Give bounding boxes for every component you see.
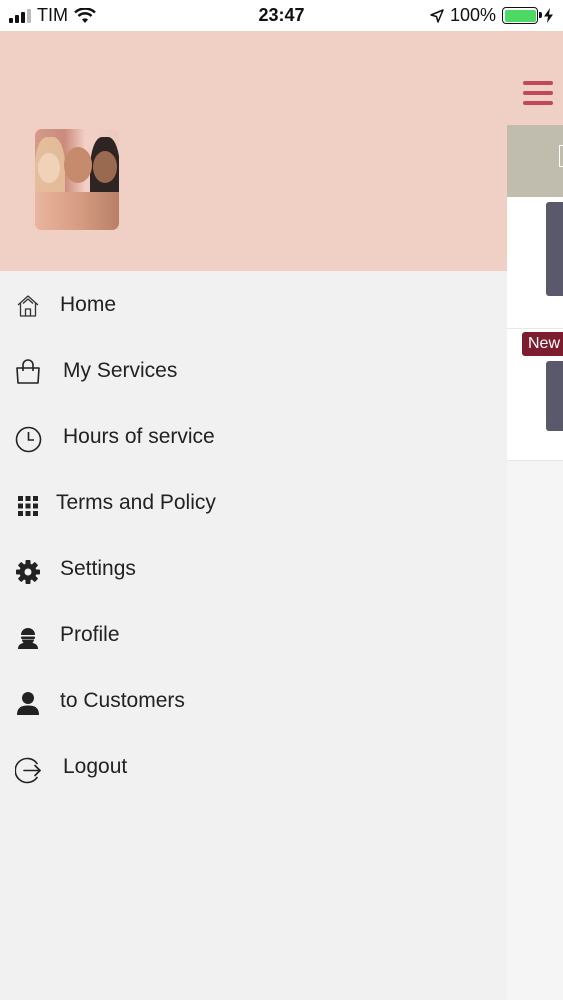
menu-item-terms-and-policy[interactable]: Terms and Policy: [0, 469, 507, 535]
menu-item-hours-of-service[interactable]: Hours of service: [0, 403, 507, 469]
menu-item-home[interactable]: Home: [0, 271, 507, 337]
avatar[interactable]: [35, 129, 119, 230]
menu-label-to-customers: to Customers: [60, 689, 185, 712]
banner-icon: [559, 145, 563, 167]
side-drawer: Home My Services Hours of service Terms …: [0, 31, 507, 1000]
menu-label-settings: Settings: [60, 557, 136, 580]
drawer-header: [0, 31, 507, 271]
background-banner: [507, 125, 563, 197]
menu-label-hours-of-service: Hours of service: [63, 425, 215, 448]
background-card[interactable]: [507, 197, 563, 329]
hamburger-menu-icon[interactable]: [523, 81, 553, 105]
menu-item-logout[interactable]: Logout: [0, 733, 507, 799]
card-image: [546, 202, 563, 296]
menu-item-my-services[interactable]: My Services: [0, 337, 507, 403]
battery-icon: [502, 7, 542, 24]
user-icon: [14, 689, 42, 717]
menu-item-profile[interactable]: Profile: [0, 601, 507, 667]
status-bar: TIM 23:47 100%: [0, 0, 563, 31]
gear-icon: [14, 558, 42, 586]
shopping-bag-icon: [14, 358, 42, 386]
logout-icon: [14, 756, 42, 784]
menu-label-my-services: My Services: [63, 359, 178, 382]
charging-bolt-icon: [544, 8, 553, 23]
menu-label-logout: Logout: [63, 755, 128, 778]
menu-label-profile: Profile: [60, 623, 120, 646]
battery-percent: 100%: [449, 5, 496, 25]
menu-label-home: Home: [60, 293, 117, 316]
background-card[interactable]: New: [507, 329, 563, 461]
grid-icon: [14, 492, 42, 520]
menu-item-settings[interactable]: Settings: [0, 535, 507, 601]
card-image: [546, 361, 563, 431]
clock-icon: [14, 425, 42, 453]
home-icon: [14, 292, 42, 320]
menu-item-to-customers[interactable]: to Customers: [0, 667, 507, 733]
status-right: 100%: [430, 5, 553, 26]
profile-icon: [14, 623, 42, 651]
battery-level: [504, 9, 536, 22]
background-app: New: [507, 31, 563, 1000]
menu-label-terms-and-policy: Terms and Policy: [56, 491, 216, 514]
drawer-menu: Home My Services Hours of service Terms …: [0, 271, 507, 799]
background-header: [507, 31, 563, 125]
new-badge: New: [522, 332, 563, 356]
location-arrow-icon: [430, 8, 444, 23]
